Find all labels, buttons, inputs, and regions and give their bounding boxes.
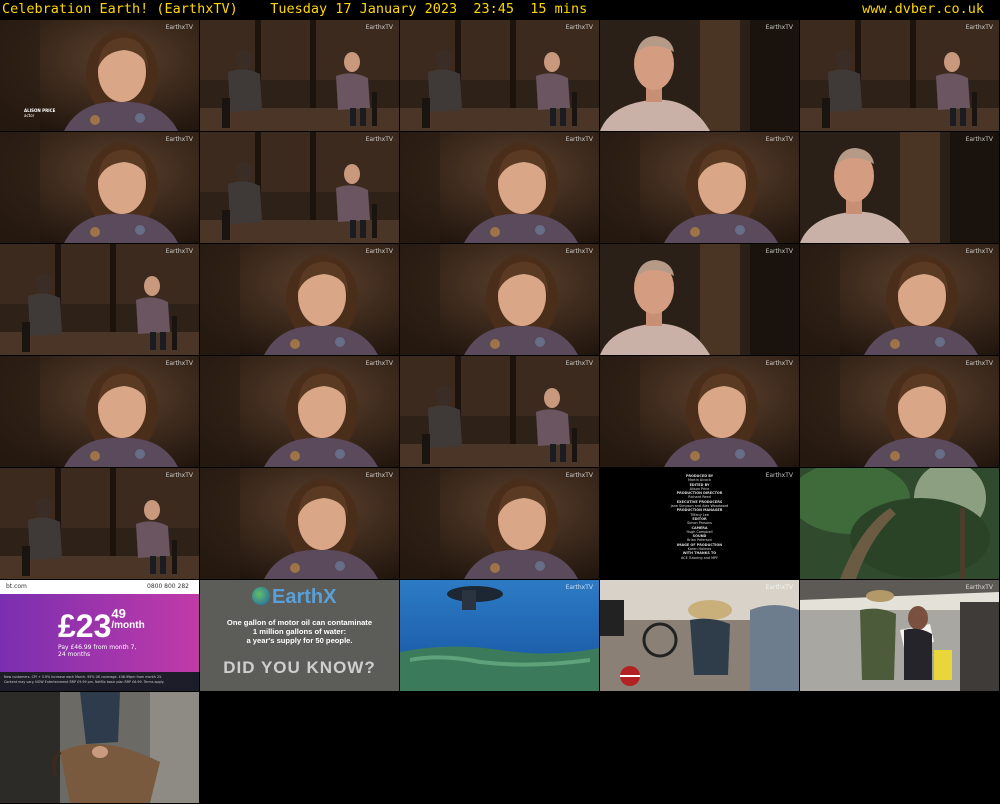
earthx-line3: a year's supply for 50 people.: [246, 636, 353, 645]
channel-watermark: EarthxTV: [165, 136, 193, 143]
bt-sub2: 24 months: [58, 651, 91, 658]
thumbnail-credits[interactable]: PRODUCED BY Martin Alcock EDITED BY Alison …: [600, 468, 799, 579]
thumbnail-wide-two-chairs[interactable]: EarthxTV: [0, 244, 199, 355]
thumbnail-group-papers[interactable]: EarthxTV: [800, 580, 999, 691]
thumbnail-woman-closeup[interactable]: EarthxTV: [200, 468, 399, 579]
channel-watermark: EarthxTV: [965, 248, 993, 255]
thumbnail-ad-bt[interactable]: bt.com 0800 800 282 £23 49/month Pay £46.…: [0, 580, 199, 691]
channel-watermark: EarthxTV: [565, 472, 593, 479]
site-url: www.dvber.co.uk: [862, 1, 984, 17]
thumbnail-underwater[interactable]: EarthxTV: [400, 580, 599, 691]
caption-role: actor: [24, 113, 35, 118]
thumbnail-woman-closeup[interactable]: EarthxTV: [200, 244, 399, 355]
thumbnail-woman-closeup[interactable]: EarthxTV: [600, 132, 799, 243]
channel-watermark: EarthxTV: [165, 360, 193, 367]
earthx-logo: EarthX: [252, 586, 336, 609]
channel-watermark: EarthxTV: [765, 136, 793, 143]
thumbnail-wide-two-chairs[interactable]: EarthxTV: [400, 20, 599, 131]
channel-watermark: EarthxTV: [965, 584, 993, 591]
thumbnail-wide-two-chairs[interactable]: EarthxTV: [200, 132, 399, 243]
bt-brand: bt.com: [6, 583, 27, 590]
thumbnail-wide-two-chairs[interactable]: EarthxTV: [0, 468, 199, 579]
bt-phone: 0800 800 282: [147, 583, 189, 590]
bt-sub1: Pay £46.99 from month 7,: [58, 644, 137, 651]
end-credits: PRODUCED BY Martin Alcock EDITED BY Alison …: [600, 474, 799, 560]
channel-watermark: EarthxTV: [165, 472, 193, 479]
thumbnail-man-interview[interactable]: EarthxTV: [800, 132, 999, 243]
earthx-line1: One gallon of motor oil can contaminate: [226, 618, 373, 627]
thumbnail-woman-closeup[interactable]: EarthxTV ALISON PRICE actor: [0, 20, 199, 131]
channel-watermark: EarthxTV: [565, 248, 593, 255]
programme-title: Celebration Earth! (EarthxTV) Tuesday 17…: [2, 1, 588, 17]
channel-watermark: EarthxTV: [365, 472, 393, 479]
channel-watermark: EarthxTV: [765, 360, 793, 367]
channel-watermark: EarthxTV: [565, 136, 593, 143]
channel-watermark: EarthxTV: [365, 248, 393, 255]
channel-watermark: EarthxTV: [965, 24, 993, 31]
channel-watermark: EarthxTV: [365, 360, 393, 367]
thumbnail-wide-two-chairs[interactable]: EarthxTV: [400, 356, 599, 467]
channel-watermark: EarthxTV: [565, 360, 593, 367]
bt-subtext: Pay £46.99 from month 7, 24 months: [58, 644, 136, 658]
thumbnail-woman-closeup[interactable]: EarthxTV: [800, 244, 999, 355]
channel-watermark: EarthxTV: [965, 136, 993, 143]
channel-watermark: EarthxTV: [365, 136, 393, 143]
thumbnail-wide-two-chairs[interactable]: EarthxTV: [200, 20, 399, 131]
bt-price-per: /month: [111, 620, 145, 631]
channel-watermark: EarthxTV: [765, 24, 793, 31]
thumbnail-man-interview[interactable]: EarthxTV: [600, 20, 799, 131]
thumbnail-woman-closeup[interactable]: EarthxTV: [200, 356, 399, 467]
channel-watermark: EarthxTV: [165, 24, 193, 31]
channel-watermark: EarthxTV: [365, 24, 393, 31]
bt-price: £23 49/month: [58, 606, 145, 645]
earthx-fact: One gallon of motor oil can contaminate …: [200, 618, 399, 645]
bt-price-pence: 49: [111, 606, 126, 621]
earthx-tagline: DID YOU KNOW?: [223, 658, 376, 677]
thumbnail-woman-closeup[interactable]: EarthxTV: [400, 468, 599, 579]
channel-watermark: EarthxTV: [765, 584, 793, 591]
credit-line: ACE Tutoring and MPF: [680, 555, 719, 560]
channel-watermark: EarthxTV: [565, 584, 593, 591]
thumbnail-woman-closeup[interactable]: EarthxTV: [0, 356, 199, 467]
bt-topbar: bt.com 0800 800 282: [0, 580, 199, 594]
bt-price-main: £23: [58, 608, 112, 644]
earthx-line2: 1 million gallons of water:: [252, 627, 347, 636]
thumbnail-wide-two-chairs[interactable]: EarthxTV: [800, 20, 999, 131]
thumbnail-woman-closeup[interactable]: EarthxTV: [0, 132, 199, 243]
earthx-logo-text: EarthX: [272, 586, 337, 608]
thumbnail-woman-closeup[interactable]: EarthxTV: [400, 132, 599, 243]
thumbnail-woman-closeup[interactable]: EarthxTV: [600, 356, 799, 467]
thumbnail-woman-closeup[interactable]: EarthxTV: [400, 244, 599, 355]
thumbnail-horse[interactable]: [0, 692, 199, 803]
thumbnail-group-bikes[interactable]: EarthxTV: [600, 580, 799, 691]
channel-watermark: EarthxTV: [165, 248, 193, 255]
globe-icon: [252, 587, 270, 605]
channel-watermark: EarthxTV: [765, 248, 793, 255]
bt-fine2: Content may vary. NOW Entertainment RRP …: [4, 680, 165, 684]
channel-watermark: EarthxTV: [565, 24, 593, 31]
header-bar: Celebration Earth! (EarthxTV) Tuesday 17…: [0, 0, 1000, 20]
thumbnail-forest[interactable]: [800, 468, 999, 579]
thumbnail-man-interview[interactable]: EarthxTV: [600, 244, 799, 355]
thumbnail-ad-earthx[interactable]: EarthX One gallon of motor oil can conta…: [200, 580, 399, 691]
bt-fineprint: New customers. CPI + 3.9% increase each …: [0, 672, 199, 691]
thumbnail-woman-closeup[interactable]: EarthxTV: [800, 356, 999, 467]
channel-watermark: EarthxTV: [965, 360, 993, 367]
channel-watermark: EarthxTV: [765, 472, 793, 479]
lower-third-caption: ALISON PRICE actor: [24, 108, 55, 118]
